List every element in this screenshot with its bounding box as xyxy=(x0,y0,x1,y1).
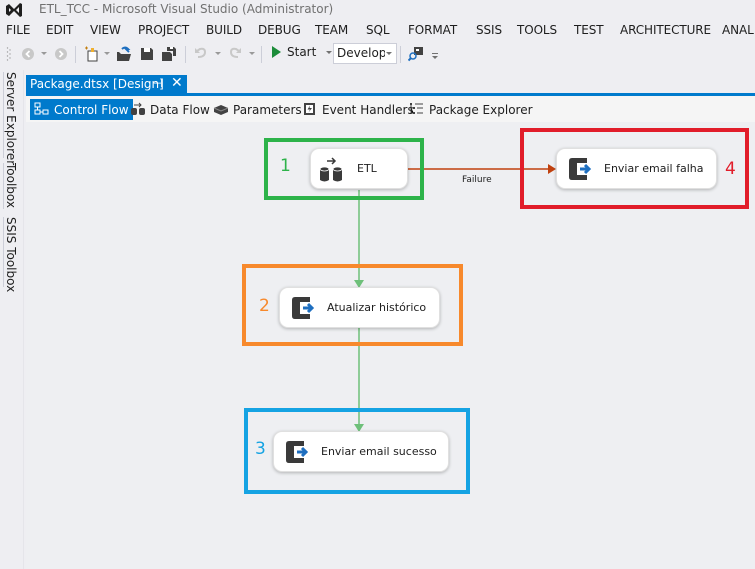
undo-dropdown-icon[interactable] xyxy=(215,52,221,55)
side-tab-divider xyxy=(3,72,4,158)
event-handlers-icon xyxy=(304,103,315,115)
new-project-icon[interactable] xyxy=(84,46,100,62)
start-button[interactable]: Start xyxy=(272,45,333,63)
side-tab-ssis-toolbox[interactable]: SSIS Toolbox xyxy=(4,217,18,292)
execute-task-icon xyxy=(292,297,315,319)
side-tab-divider xyxy=(3,217,4,287)
menu-ssis[interactable]: SSIS xyxy=(476,23,502,37)
failure-constraint-label: Failure xyxy=(462,175,492,185)
menu-architecture[interactable]: ARCHITECTURE xyxy=(620,23,711,37)
pin-icon[interactable]: ⊣ xyxy=(153,77,163,90)
annotation-number-4: 4 xyxy=(725,159,736,179)
find-icon[interactable] xyxy=(408,46,424,62)
tab-event-handlers[interactable]: Event Handlers xyxy=(302,99,414,120)
title-bar: ETL_TCC - Microsoft Visual Studio (Admin… xyxy=(0,0,755,20)
data-flow-icon xyxy=(131,102,145,115)
side-tab-strip: Server Explorer Toolbox SSIS Toolbox xyxy=(0,70,24,569)
toolbar-grip-icon[interactable] xyxy=(6,46,12,62)
back-dropdown-icon[interactable] xyxy=(41,52,47,55)
menu-project[interactable]: PROJECT xyxy=(138,23,189,37)
toolbar-separator xyxy=(185,46,186,63)
task-label: Atualizar histórico xyxy=(327,301,427,314)
annotation-number-1: 1 xyxy=(280,156,291,176)
side-tab-toolbox[interactable]: Toolbox xyxy=(4,163,18,208)
designer-tab-strip: Control Flow Data Flow Parameters Event … xyxy=(26,96,755,122)
menu-sql[interactable]: SQL xyxy=(366,23,390,37)
close-icon[interactable]: ✕ xyxy=(171,75,183,91)
redo-dropdown-icon[interactable] xyxy=(249,52,255,55)
task-label: Enviar email falha xyxy=(604,162,704,175)
side-tab-divider xyxy=(3,163,4,209)
menu-debug[interactable]: DEBUG xyxy=(258,23,301,37)
execute-task-icon xyxy=(569,158,592,180)
tab-parameters[interactable]: Parameters xyxy=(213,99,302,120)
solution-configuration-select[interactable]: Developi xyxy=(333,43,397,64)
back-icon[interactable] xyxy=(20,46,36,62)
tab-label: Event Handlers xyxy=(322,103,414,117)
start-dropdown-icon[interactable] xyxy=(326,51,333,54)
chevron-down-icon xyxy=(386,52,392,55)
menu-file[interactable]: FILE xyxy=(6,23,30,37)
data-flow-task-icon xyxy=(319,157,343,182)
task-atualizar-historico[interactable]: Atualizar histórico xyxy=(279,287,440,328)
toolbar-separator xyxy=(75,46,76,63)
tab-data-flow[interactable]: Data Flow xyxy=(130,99,210,120)
menu-format[interactable]: FORMAT xyxy=(408,23,457,37)
tab-label: Control Flow xyxy=(54,103,129,117)
visual-studio-logo-icon xyxy=(6,3,22,17)
save-all-icon[interactable] xyxy=(161,46,177,62)
tab-label: Parameters xyxy=(233,103,302,117)
redo-icon[interactable] xyxy=(227,46,243,62)
task-enviar-email-falha[interactable]: Enviar email falha xyxy=(556,148,717,189)
forward-icon[interactable] xyxy=(53,46,69,62)
menu-tools[interactable]: TOOLS xyxy=(517,23,557,37)
document-tab-package[interactable]: Package.dtsx [Design] ⊣ ✕ xyxy=(26,75,187,94)
task-enviar-email-sucesso[interactable]: Enviar email sucesso xyxy=(273,431,449,472)
toolbar-overflow-icon[interactable] xyxy=(432,53,438,54)
task-label: ETL xyxy=(357,162,377,175)
task-etl[interactable]: ETL xyxy=(310,148,408,189)
menu-test[interactable]: TEST xyxy=(574,23,604,37)
new-project-dropdown-icon[interactable] xyxy=(104,52,110,55)
annotation-number-2: 2 xyxy=(259,296,270,316)
menu-view[interactable]: VIEW xyxy=(90,23,121,37)
control-flow-icon xyxy=(34,102,49,115)
menu-team[interactable]: TEAM xyxy=(315,23,348,37)
execute-task-icon xyxy=(286,441,309,463)
solution-configuration-value: Developi xyxy=(337,46,385,60)
menu-build[interactable]: BUILD xyxy=(206,23,242,37)
menu-analyze[interactable]: ANAL xyxy=(722,23,754,37)
toolbar-separator xyxy=(400,46,401,63)
side-tab-server-explorer[interactable]: Server Explorer xyxy=(4,72,18,165)
undo-icon[interactable] xyxy=(193,46,209,62)
menu-bar: FILE EDIT VIEW PROJECT BUILD DEBUG TEAM … xyxy=(0,20,755,40)
tab-label: Package Explorer xyxy=(429,103,533,117)
start-label: Start xyxy=(287,45,317,59)
tab-label: Data Flow xyxy=(150,103,210,117)
tab-package-explorer[interactable]: Package Explorer xyxy=(409,99,533,120)
task-label: Enviar email sucesso xyxy=(321,445,437,458)
toolbar-overflow-arrow[interactable] xyxy=(432,56,438,59)
toolbar-separator xyxy=(261,46,262,63)
annotation-number-3: 3 xyxy=(255,439,266,459)
menu-edit[interactable]: EDIT xyxy=(46,23,73,37)
save-icon[interactable] xyxy=(139,46,155,62)
tab-control-flow[interactable]: Control Flow xyxy=(30,99,133,120)
document-tab-label: Package.dtsx [Design] xyxy=(30,77,164,91)
parameters-icon xyxy=(213,105,229,115)
window-title: ETL_TCC - Microsoft Visual Studio (Admin… xyxy=(39,2,334,16)
package-explorer-icon xyxy=(410,103,423,114)
start-icon xyxy=(272,46,281,58)
open-file-icon[interactable] xyxy=(116,46,132,62)
